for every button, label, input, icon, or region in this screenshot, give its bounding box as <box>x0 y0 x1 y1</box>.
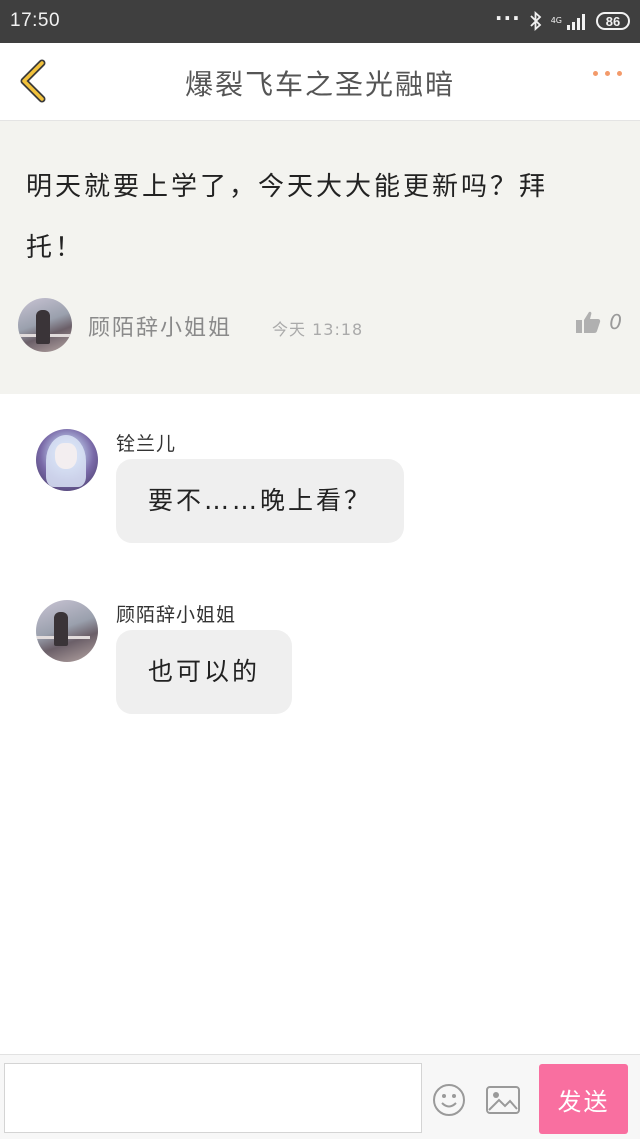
post-meta: 顾陌辞小姐姐 今天 13:18 0 <box>18 298 622 352</box>
like-count: 0 <box>609 310 622 334</box>
more-dot <box>617 71 622 76</box>
more-button[interactable] <box>593 71 622 76</box>
network-label: 4G <box>550 16 562 25</box>
page-title: 爆裂飞车之圣光融暗 <box>184 68 455 101</box>
status-icons: ··· 4G 86 <box>494 6 630 33</box>
emoji-button[interactable] <box>432 1083 466 1117</box>
network-type: 4G <box>551 17 562 25</box>
reply-item: 顾陌辞小姐姐 也可以的 <box>36 600 616 720</box>
message-bubble: 要不……晚上看？ <box>116 459 405 543</box>
main-post: 明天就要上学了，今天大大能更新吗？拜托！ 顾陌辞小姐姐 今天 13:18 0 <box>0 121 640 394</box>
image-button[interactable] <box>485 1085 521 1115</box>
more-dot <box>593 71 598 76</box>
avatar[interactable] <box>18 298 72 352</box>
reply-item: 铨兰儿 要不……晚上看？ <box>36 429 616 549</box>
comment-input[interactable] <box>4 1063 422 1133</box>
reply-author[interactable]: 铨兰儿 <box>116 429 176 456</box>
message-bubble: 也可以的 <box>116 630 293 714</box>
chevron-left-icon <box>20 59 46 103</box>
image-icon <box>486 1086 520 1114</box>
avatar-face <box>55 443 77 469</box>
signal-icon <box>566 12 588 30</box>
thumbs-up-icon <box>576 311 601 333</box>
post-time: 今天 13:18 <box>272 320 364 339</box>
smiley-icon <box>433 1084 465 1116</box>
more-dot <box>605 71 610 76</box>
more-dots-icon: ··· <box>494 6 521 30</box>
avatar[interactable] <box>36 429 98 491</box>
send-button[interactable]: 发送 <box>539 1064 628 1134</box>
composer-bar: 发送 <box>0 1054 640 1139</box>
reply-author[interactable]: 顾陌辞小姐姐 <box>116 600 236 627</box>
avatar-figure <box>36 310 50 344</box>
header: 爆裂飞车之圣光融暗 <box>0 43 640 121</box>
like-button[interactable]: 0 <box>575 310 622 334</box>
back-button[interactable] <box>14 57 58 105</box>
avatar[interactable] <box>36 600 98 662</box>
battery-level: 86 <box>605 13 621 29</box>
avatar-figure <box>54 612 68 646</box>
battery-icon: 86 <box>596 12 630 30</box>
post-text: 明天就要上学了，今天大大能更新吗？拜托！ <box>26 172 549 263</box>
status-bar: 17:50 ··· 4G 86 <box>0 0 640 43</box>
status-time: 17:50 <box>10 10 61 31</box>
post-author[interactable]: 顾陌辞小姐姐 <box>88 310 232 342</box>
bluetooth-icon <box>529 11 543 31</box>
